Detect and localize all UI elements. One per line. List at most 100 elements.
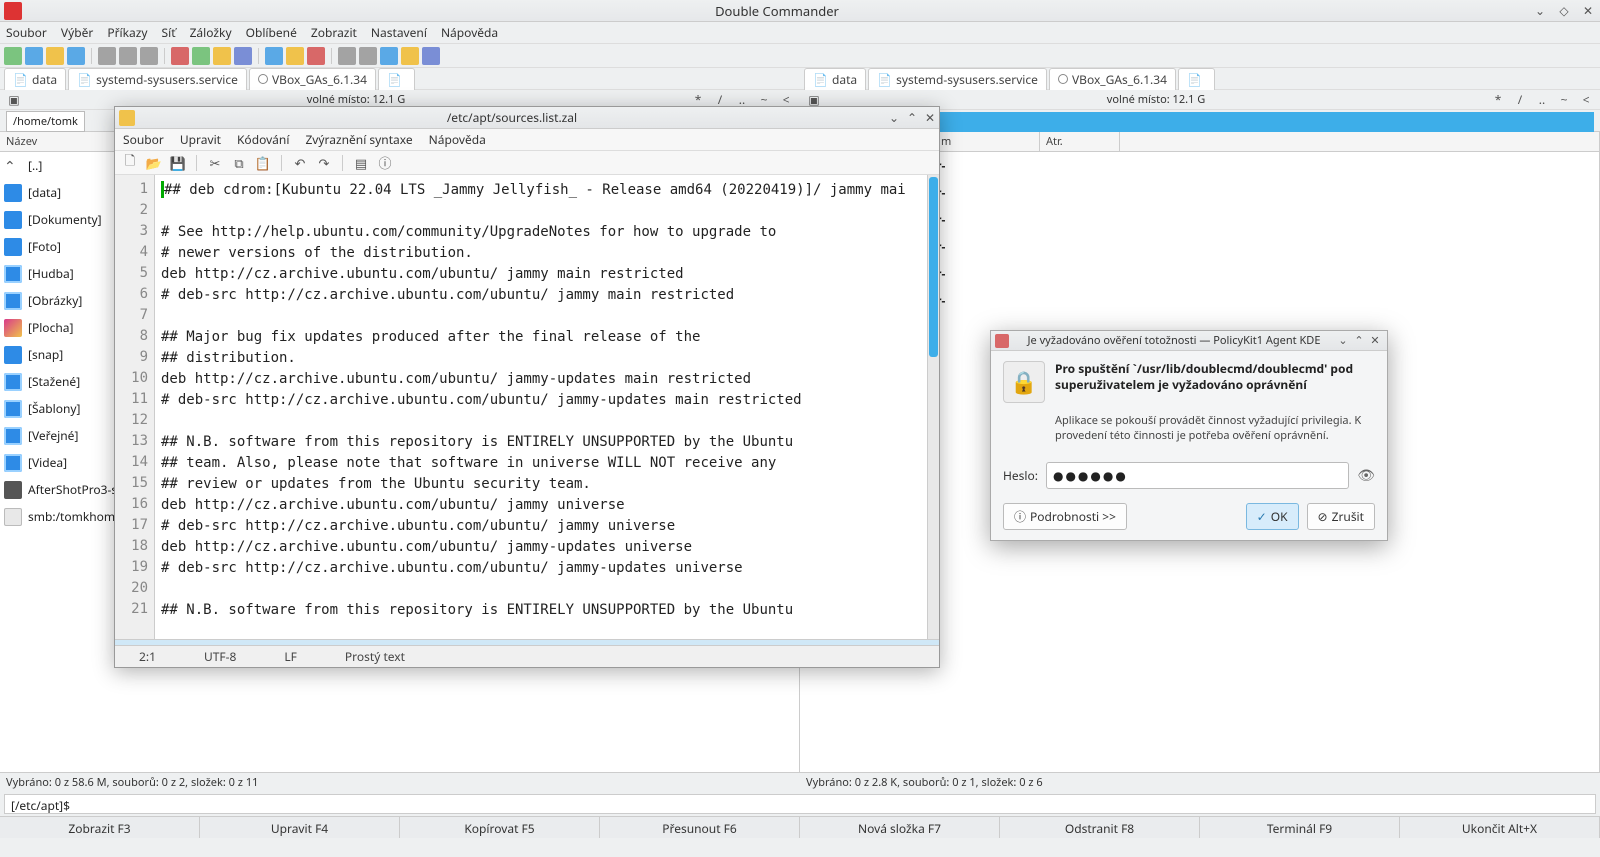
emenu-kodovani[interactable]: Kódování	[237, 131, 289, 148]
terminal-icon[interactable]	[25, 47, 43, 65]
editor-titlebar[interactable]: /etc/apt/sources.list.zal ⌄ ⌃ ✕	[115, 107, 939, 129]
txt-icon	[4, 508, 22, 526]
pk-min-icon[interactable]: ⌄	[1335, 333, 1351, 348]
new-file-icon[interactable]: 🗋	[121, 154, 139, 172]
pack-icon[interactable]	[338, 47, 356, 65]
close-icon[interactable]: ✕	[1579, 2, 1597, 20]
code-area[interactable]: ## deb cdrom:[Kubuntu 22.04 LTS _Jammy J…	[155, 175, 927, 639]
app-icon	[4, 2, 22, 20]
copy-icon[interactable]: ⧉	[230, 154, 248, 172]
fkey-f3[interactable]: Zobrazit F3	[0, 817, 200, 838]
full-icon[interactable]	[67, 47, 85, 65]
menu-soubor[interactable]: Soubor	[6, 24, 47, 41]
flag3-icon[interactable]	[213, 47, 231, 65]
tab-left-extra[interactable]: 📄	[378, 68, 415, 90]
drive-left-icon[interactable]: ▣	[6, 91, 22, 108]
details-button[interactable]: ⓘPodrobnosti >>	[1003, 503, 1127, 530]
scrollbar-thumb[interactable]	[929, 177, 938, 357]
ok-button[interactable]: ✓OK	[1246, 503, 1299, 530]
cut-icon[interactable]: ✂	[206, 154, 224, 172]
fkey-f6[interactable]: Přesunout F6	[600, 817, 800, 838]
tab-right-extra[interactable]: 📄	[1178, 68, 1215, 90]
editor-close-icon[interactable]: ✕	[921, 109, 939, 126]
paste-icon[interactable]: 📋	[254, 154, 272, 172]
folder-hl-icon	[4, 427, 22, 445]
pk-titlebar[interactable]: Je vyžadováno ověření totožnosti — Polic…	[991, 331, 1387, 351]
emenu-upravit[interactable]: Upravit	[180, 131, 221, 148]
flag4-icon[interactable]	[234, 47, 252, 65]
editor-title: /etc/apt/sources.list.zal	[139, 109, 885, 126]
cancel-button[interactable]: ⊘Zrušit	[1307, 503, 1375, 530]
move-icon[interactable]	[286, 47, 304, 65]
right-star[interactable]: *	[1490, 91, 1506, 108]
about-icon[interactable]: ⓘ	[376, 154, 394, 172]
open-file-icon[interactable]: 📂	[145, 154, 163, 172]
tab-left-systemd[interactable]: 📄systemd-sysusers.service	[68, 68, 247, 90]
eye-icon[interactable]: 👁	[1357, 466, 1375, 485]
target-icon[interactable]	[140, 47, 158, 65]
flag2-icon[interactable]	[192, 47, 210, 65]
editor-min-icon[interactable]: ⌄	[885, 109, 903, 126]
status-right: Vybráno: 0 z 2.8 K, souborů: 0 z 1, slož…	[800, 773, 1600, 792]
redo-icon[interactable]: ↷	[315, 154, 333, 172]
dc-tabs-right: 📄data 📄systemd-sysusers.service VBox_GAs…	[800, 68, 1600, 90]
fkey-f5[interactable]: Kopírovat F5	[400, 817, 600, 838]
folder-hl-icon	[4, 292, 22, 310]
swap-icon[interactable]	[119, 47, 137, 65]
fkey-f7[interactable]: Nová složka F7	[800, 817, 1000, 838]
right-root[interactable]: /	[1512, 91, 1528, 108]
status-pos: 2:1	[115, 648, 180, 665]
tab-right-vbox[interactable]: VBox_GAs_6.1.34	[1049, 68, 1176, 90]
cmd-line[interactable]: [/etc/apt]$	[4, 794, 1596, 814]
menu-oblibene[interactable]: Oblíbené	[246, 24, 297, 41]
brief-icon[interactable]	[46, 47, 64, 65]
editor-content[interactable]: 123456789101112131415161718192021 ## deb…	[115, 175, 939, 639]
right-back[interactable]: <	[1578, 91, 1594, 108]
emenu-syntax[interactable]: Zvýraznění syntaxe	[305, 131, 412, 148]
unpack-icon[interactable]	[359, 47, 377, 65]
editor-scrollbar[interactable]	[927, 175, 939, 639]
editor-window: /etc/apt/sources.list.zal ⌄ ⌃ ✕ Soubor U…	[114, 106, 940, 668]
password-input[interactable]: ●●●●●●	[1046, 462, 1349, 489]
emenu-soubor[interactable]: Soubor	[123, 131, 164, 148]
editor-max-icon[interactable]: ⌃	[903, 109, 921, 126]
search-icon[interactable]	[380, 47, 398, 65]
tab-right-systemd[interactable]: 📄systemd-sysusers.service	[868, 68, 1047, 90]
config-icon[interactable]: ▤	[352, 154, 370, 172]
right-up[interactable]: ..	[1534, 91, 1550, 108]
minimize-icon[interactable]: ⌄	[1531, 2, 1549, 20]
settings-icon[interactable]	[422, 47, 440, 65]
tab-right-data[interactable]: 📄data	[804, 68, 866, 90]
fkey-f9[interactable]: Terminál F9	[1200, 817, 1400, 838]
flag1-icon[interactable]	[171, 47, 189, 65]
fkey-f8[interactable]: Odstranit F8	[1000, 817, 1200, 838]
menu-napoveda[interactable]: Nápověda	[441, 24, 498, 41]
pk-max-icon[interactable]: ⌃	[1351, 333, 1367, 348]
col-attr[interactable]: Atr.	[1040, 132, 1120, 151]
breadcrumb-left[interactable]: /home/tomk	[6, 111, 85, 132]
maximize-icon[interactable]: ◇	[1555, 2, 1573, 20]
line-gutter: 123456789101112131415161718192021	[115, 175, 155, 639]
menu-sit[interactable]: Síť	[162, 24, 176, 41]
refresh-icon[interactable]	[4, 47, 22, 65]
tab-left-data[interactable]: 📄data	[4, 68, 66, 90]
delete-icon[interactable]	[307, 47, 325, 65]
menu-prikazy[interactable]: Příkazy	[107, 24, 147, 41]
tab-left-vbox[interactable]: VBox_GAs_6.1.34	[249, 68, 376, 90]
menu-zalozky[interactable]: Záložky	[190, 24, 232, 41]
undo-icon[interactable]: ↶	[291, 154, 309, 172]
menu-zobrazit[interactable]: Zobrazit	[311, 24, 357, 41]
sync-icon[interactable]	[401, 47, 419, 65]
pk-close-icon[interactable]: ✕	[1367, 333, 1383, 348]
copy-icon[interactable]	[265, 47, 283, 65]
mirror-icon[interactable]	[98, 47, 116, 65]
menu-nastaveni[interactable]: Nastavení	[371, 24, 427, 41]
right-home[interactable]: ~	[1556, 91, 1572, 108]
folder-icon	[4, 238, 22, 256]
emenu-napoveda[interactable]: Nápověda	[429, 131, 486, 148]
fkey-f4[interactable]: Upravit F4	[200, 817, 400, 838]
menu-vyber[interactable]: Výběr	[61, 24, 93, 41]
fkey-altx[interactable]: Ukončit Alt+X	[1400, 817, 1600, 838]
status-eol: LF	[260, 648, 321, 665]
save-icon[interactable]: 💾	[169, 154, 187, 172]
